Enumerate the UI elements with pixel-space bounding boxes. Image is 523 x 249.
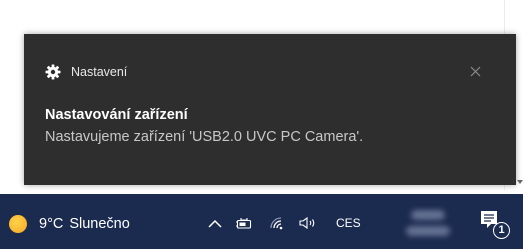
desktop: Nastavení Nastavování zařízení Nastavuje… (0, 0, 523, 249)
wifi-icon[interactable] (266, 211, 288, 235)
scroll-down-icon[interactable] (517, 180, 523, 184)
notification-header: Nastavení (45, 63, 127, 81)
weather-condition: Slunečno (69, 216, 130, 232)
taskbar: 9°C Slunečno CES 1 (0, 194, 523, 249)
notification-center-button[interactable]: 1 (476, 206, 512, 242)
notification-toast[interactable]: Nastavení Nastavování zařízení Nastavuje… (24, 34, 516, 185)
chevron-up-icon[interactable] (205, 211, 225, 235)
input-language[interactable]: CES (336, 216, 361, 230)
battery-icon[interactable] (233, 211, 255, 235)
clock-date-redacted (406, 226, 450, 236)
gear-icon (45, 64, 61, 80)
notification-title: Nastavování zařízení (45, 107, 188, 123)
notification-count-badge: 1 (493, 222, 510, 239)
clock-blurred[interactable] (398, 204, 458, 240)
close-icon[interactable] (465, 61, 485, 81)
weather-temperature: 9°C (39, 216, 64, 232)
sun-icon (9, 215, 27, 233)
speaker-icon[interactable] (295, 211, 321, 235)
weather-widget[interactable]: 9°C Slunečno (9, 213, 130, 235)
notification-app-name: Nastavení (71, 65, 128, 79)
clock-time-redacted (411, 210, 445, 220)
notification-body: Nastavujeme zařízení 'USB2.0 UVC PC Came… (45, 129, 364, 145)
